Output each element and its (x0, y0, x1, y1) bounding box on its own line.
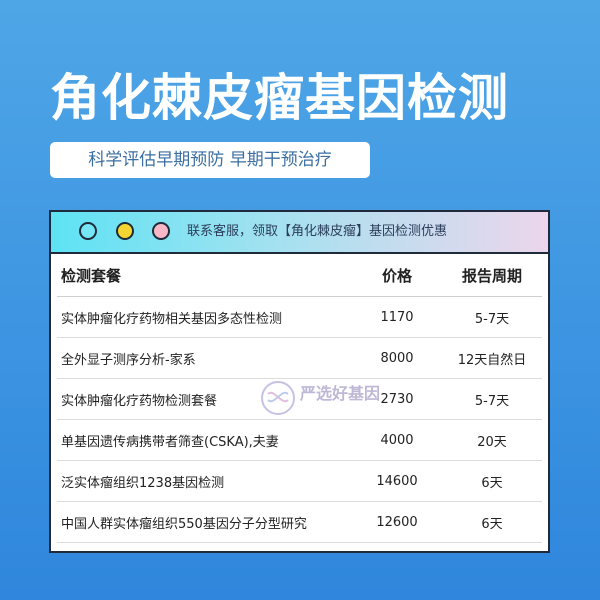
table-header-row: 检测套餐 价格 报告周期 (57, 254, 542, 297)
report-period: 20天 (477, 434, 507, 450)
window-dot-pink-icon (152, 222, 170, 240)
package-name: 全外显子测序分析-家系 (61, 352, 196, 368)
package-price: 8000 (380, 350, 414, 366)
subtitle-badge: 科学评估早期预防 早期干预治疗 (50, 142, 370, 178)
column-header-period: 报告周期 (461, 266, 522, 285)
table-row: 中国人群实体瘤组织550基因分子分型研究 12600 6天 (57, 502, 542, 543)
table-row: 单基因遗传病携带者筛查(CSKA),夫妻 4000 20天 (57, 420, 542, 461)
table-row: 泛实体瘤组织1238基因检测 14600 6天 (57, 461, 542, 502)
table-row: 实体肿瘤化疗药物相关基因多态性检测 1170 5-7天 (57, 297, 542, 338)
table-row: 实体肿瘤化疗药物检测套餐 2730 5-7天 (57, 379, 542, 420)
package-name: 泛实体瘤组织1238基因检测 (61, 475, 225, 491)
column-header-price: 价格 (381, 266, 412, 285)
package-price: 2730 (380, 391, 414, 407)
package-name: 单基因遗传病携带者筛查(CSKA),夫妻 (61, 434, 279, 450)
table-row: 全外显子测序分析-家系 8000 12天自然日 (57, 338, 542, 379)
report-period: 6天 (481, 475, 503, 491)
window-dot-yellow-icon (116, 222, 134, 240)
test-package-table: 检测套餐 价格 报告周期 实体肿瘤化疗药物相关基因多态性检测 1170 5-7天… (51, 254, 548, 543)
report-period: 5-7天 (474, 393, 510, 409)
report-period: 6天 (481, 516, 503, 532)
column-header-package: 检测套餐 (61, 266, 122, 285)
report-period: 12天自然日 (457, 352, 527, 368)
contact-service-text[interactable]: 联系客服，领取【角化棘皮瘤】基因检测优惠 (187, 212, 447, 252)
page-title: 角化棘皮瘤基因检测 (50, 69, 509, 127)
package-name: 实体肿瘤化疗药物检测套餐 (61, 393, 218, 409)
price-table-card: 联系客服，领取【角化棘皮瘤】基因检测优惠 检测套餐 价格 报告周期 实体肿瘤化疗… (49, 210, 550, 553)
package-price: 14600 (376, 473, 418, 489)
package-price: 12600 (376, 514, 418, 530)
window-dot-cyan-icon (79, 222, 97, 240)
window-title-bar: 联系客服，领取【角化棘皮瘤】基因检测优惠 (51, 212, 548, 254)
package-name: 实体肿瘤化疗药物相关基因多态性检测 (61, 311, 283, 327)
package-name: 中国人群实体瘤组织550基因分子分型研究 (61, 516, 307, 532)
report-period: 5-7天 (474, 311, 510, 327)
package-price: 1170 (380, 309, 414, 325)
package-price: 4000 (380, 432, 414, 448)
